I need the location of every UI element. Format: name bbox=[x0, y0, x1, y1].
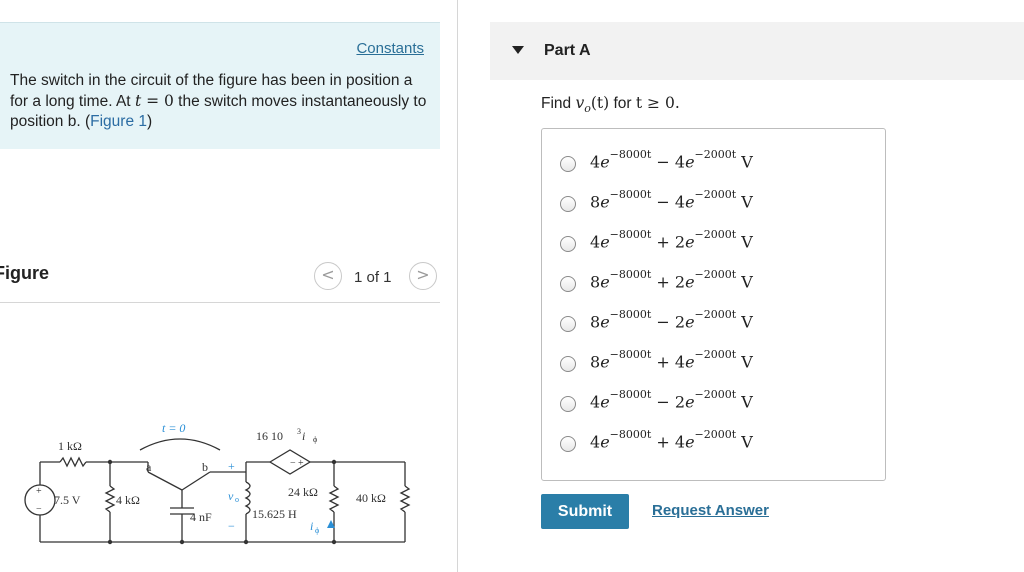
left-panel: Constants The switch in the circuit of t… bbox=[0, 0, 458, 572]
previous-figure-button[interactable]: < bbox=[314, 262, 342, 290]
collapse-triangle-icon[interactable] bbox=[512, 46, 524, 54]
option-1-expression: 4e−8000t − 4e−2000t V bbox=[590, 148, 753, 172]
figure-link[interactable]: Figure 1 bbox=[90, 113, 147, 130]
option-3[interactable]: 4e−8000t + 2e−2000t V bbox=[542, 227, 885, 259]
source-minus: − bbox=[36, 504, 42, 515]
dependent-source-plus: + bbox=[298, 458, 304, 469]
column-divider bbox=[457, 0, 458, 572]
option-4[interactable]: 8e−8000t + 2e−2000t V bbox=[542, 267, 885, 299]
radio-button-3[interactable] bbox=[560, 236, 576, 252]
dependent-source-minus: − bbox=[290, 458, 296, 469]
figure-page-indicator: 1 of 1 bbox=[354, 269, 392, 286]
switch-time-label: t = 0 bbox=[162, 421, 185, 435]
chevron-right-icon: > bbox=[416, 265, 430, 284]
circuit-diagram: 1 kΩ 7.5 V + − 4 kΩ t = 0 a b 4 nF + v o… bbox=[24, 421, 411, 545]
part-a-header[interactable]: Part A bbox=[490, 22, 1024, 80]
option-4-expression: 8e−8000t + 2e−2000t V bbox=[590, 268, 753, 292]
problem-statement-box: Constants The switch in the circuit of t… bbox=[0, 22, 440, 149]
r3-label: 24 kΩ bbox=[288, 485, 318, 499]
option-2[interactable]: 8e−8000t − 4e−2000t V bbox=[542, 187, 885, 219]
option-1[interactable]: 4e−8000t − 4e−2000t V bbox=[542, 147, 885, 179]
switch-pos-a: a bbox=[146, 460, 152, 474]
r1-label: 1 kΩ bbox=[58, 439, 82, 453]
request-answer-link[interactable]: Request Answer bbox=[652, 502, 769, 519]
option-8[interactable]: 4e−8000t + 4e−2000t V bbox=[542, 427, 885, 459]
figure-title: Figure bbox=[0, 263, 50, 283]
equals-zero: = 0 bbox=[141, 92, 174, 110]
part-a-title: Part A bbox=[544, 42, 591, 59]
option-5[interactable]: 8e−8000t − 2e−2000t V bbox=[542, 307, 885, 339]
source-plus: + bbox=[36, 486, 42, 497]
chevron-left-icon: < bbox=[321, 265, 335, 284]
option-6[interactable]: 8e−8000t + 4e−2000t V bbox=[542, 347, 885, 379]
question-text: Find vo(t) for t ≥ 0. bbox=[541, 94, 680, 115]
question-arg: (t) bbox=[590, 94, 610, 112]
submit-button[interactable]: Submit bbox=[541, 494, 629, 529]
source-label: 7.5 V bbox=[54, 493, 81, 507]
option-5-expression: 8e−8000t − 2e−2000t V bbox=[590, 308, 753, 332]
option-8-expression: 4e−8000t + 4e−2000t V bbox=[590, 428, 753, 452]
r4-label: 40 kΩ bbox=[356, 491, 386, 505]
vo-label: v bbox=[228, 489, 234, 503]
question-mid: for bbox=[609, 95, 636, 112]
switch-pos-b: b bbox=[202, 460, 208, 474]
radio-button-8[interactable] bbox=[560, 436, 576, 452]
option-7-expression: 4e−8000t − 2e−2000t V bbox=[590, 388, 753, 412]
r2-label: 4 kΩ bbox=[116, 493, 140, 507]
radio-button-4[interactable] bbox=[560, 276, 576, 292]
radio-button-5[interactable] bbox=[560, 316, 576, 332]
answer-options: 4e−8000t − 4e−2000t V 8e−8000t − 4e−2000… bbox=[541, 128, 886, 481]
radio-button-6[interactable] bbox=[560, 356, 576, 372]
option-2-expression: 8e−8000t − 4e−2000t V bbox=[590, 188, 753, 212]
vo-subscript: o bbox=[235, 495, 239, 504]
dependent-source-label: 16 10 bbox=[256, 429, 283, 443]
radio-button-2[interactable] bbox=[560, 196, 576, 212]
question-vo: v bbox=[575, 94, 585, 112]
current-subscript: ϕ bbox=[315, 526, 319, 535]
inductor-label: 15.625 H bbox=[252, 507, 297, 521]
dependent-source-exponent: 3 bbox=[297, 427, 301, 436]
figure-header: Figure < 1 of 1 > bbox=[0, 258, 440, 303]
vo-plus: + bbox=[228, 459, 235, 473]
question-condition: t ≥ 0. bbox=[635, 94, 680, 112]
question-prefix: Find bbox=[541, 95, 576, 112]
radio-button-1[interactable] bbox=[560, 156, 576, 172]
current-label: i bbox=[310, 519, 313, 533]
question-vo-subscript: o bbox=[584, 102, 591, 116]
capacitor-label: 4 nF bbox=[190, 510, 212, 524]
next-figure-button[interactable]: > bbox=[409, 262, 437, 290]
option-7[interactable]: 4e−8000t − 2e−2000t V bbox=[542, 387, 885, 419]
option-6-expression: 8e−8000t + 4e−2000t V bbox=[590, 348, 753, 372]
dependent-source-subscript: ϕ bbox=[313, 435, 317, 444]
dependent-source-var: i bbox=[302, 429, 305, 443]
radio-button-7[interactable] bbox=[560, 396, 576, 412]
vo-minus: − bbox=[228, 519, 235, 533]
problem-text-part3: ) bbox=[147, 113, 153, 130]
constants-link[interactable]: Constants bbox=[356, 40, 424, 57]
problem-text: The switch in the circuit of the figure … bbox=[10, 71, 430, 132]
option-3-expression: 4e−8000t + 2e−2000t V bbox=[590, 228, 753, 252]
